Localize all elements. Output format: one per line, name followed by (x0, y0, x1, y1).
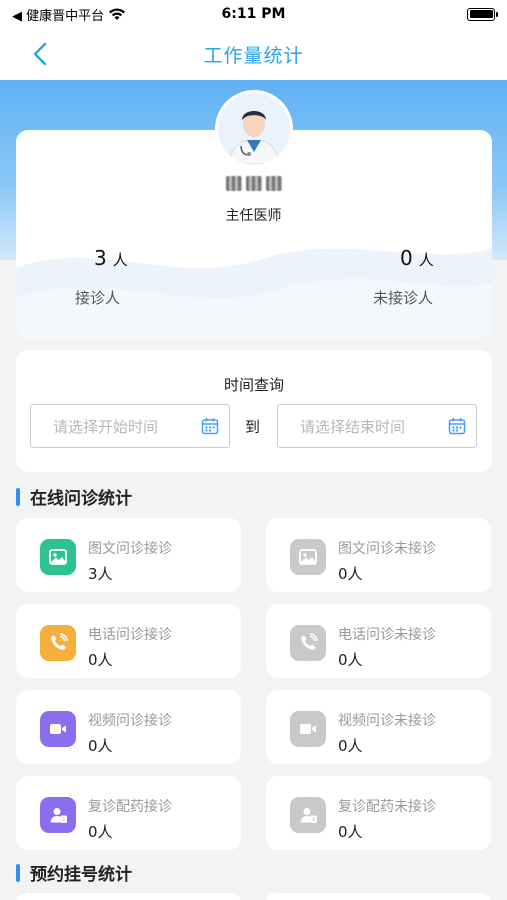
stat-tile-value: 0人 (338, 651, 363, 669)
chevron-left-icon (33, 42, 47, 66)
to-label: 到 (245, 418, 261, 436)
calendar-icon (448, 418, 466, 435)
doctor-name-redacted (220, 174, 288, 192)
start-date-input[interactable]: 请选择开始时间 (30, 404, 230, 448)
status-bar-carrier: ◀ 健康晋中平台 (12, 5, 192, 24)
stat-tile[interactable]: 视频问诊未接诊 0人 (266, 690, 491, 764)
section-appointment-title: 预约挂号统计 (30, 865, 132, 885)
appointment-tile-peek (266, 893, 491, 900)
section-online-title: 在线问诊统计 (30, 489, 132, 509)
stat-tile-value: 0人 (338, 823, 363, 841)
image-icon (290, 539, 326, 575)
carrier-label: ◀ 健康晋中平台 (12, 8, 105, 24)
stat-tile[interactable]: 复诊配药接诊 0人 (16, 776, 241, 850)
end-date-input[interactable]: 请选择结束时间 (277, 404, 477, 448)
stat-tile-label: 电话问诊接诊 (88, 627, 172, 643)
page-title: 工作量统计 (203, 44, 304, 67)
calendar-icon (201, 418, 219, 435)
section-online-consultation: 在线问诊统计 (16, 484, 132, 509)
stat-tile-value: 0人 (338, 737, 363, 755)
prescription-icon (40, 797, 76, 833)
stat-tile[interactable]: 视频问诊接诊 0人 (16, 690, 241, 764)
stat-tile[interactable]: 复诊配药未接诊 0人 (266, 776, 491, 850)
not-received-label: 未接诊人 (373, 289, 434, 307)
appointment-tile-peek (16, 893, 241, 900)
stat-tile[interactable]: 电话问诊接诊 0人 (16, 604, 241, 678)
not-received-count-unit: 人 (418, 251, 434, 269)
time-query-title: 时间查询 (223, 376, 284, 394)
video-icon (290, 711, 326, 747)
received-count-value: 3 (94, 246, 107, 270)
stat-tile-label: 复诊配药未接诊 (338, 799, 436, 815)
stat-tile[interactable]: 电话问诊未接诊 0人 (266, 604, 491, 678)
battery-icon (467, 7, 498, 21)
image-icon (40, 539, 76, 575)
doctor-avatar (215, 90, 293, 168)
wifi-icon (109, 8, 126, 20)
stat-tile-label: 视频问诊未接诊 (338, 713, 436, 729)
stat-tile-value: 0人 (88, 823, 113, 841)
stat-tile-value: 0人 (88, 737, 113, 755)
stat-tile-label: 图文问诊接诊 (88, 541, 172, 557)
stat-tile-value: 0人 (88, 651, 113, 669)
stat-tile-value: 0人 (338, 565, 363, 583)
stat-tile-label: 图文问诊未接诊 (338, 541, 436, 557)
phone-icon (290, 625, 326, 661)
wave-decoration (16, 248, 492, 338)
doctor-title: 主任医师 (225, 208, 282, 224)
stat-tile-label: 电话问诊未接诊 (338, 627, 436, 643)
back-button[interactable] (26, 40, 54, 68)
stat-tile-value: 3人 (88, 565, 113, 583)
stat-tile[interactable]: 图文问诊未接诊 0人 (266, 518, 491, 592)
received-label: 接诊人 (75, 289, 121, 307)
stat-tile-label: 视频问诊接诊 (88, 713, 172, 729)
not-received-count-value: 0 (400, 246, 413, 270)
received-count-unit: 人 (112, 251, 128, 269)
section-marker (16, 487, 20, 506)
phone-icon (40, 625, 76, 661)
status-bar: ◀ 健康晋中平台 6:11 PM (0, 0, 507, 28)
video-icon (40, 711, 76, 747)
stat-tile-label: 复诊配药接诊 (88, 799, 172, 815)
section-marker (16, 863, 20, 882)
section-appointment: 预约挂号统计 (16, 860, 132, 885)
nav-bar: 工作量统计 (0, 28, 507, 80)
end-date-placeholder: 请选择结束时间 (300, 417, 406, 436)
start-date-placeholder: 请选择开始时间 (53, 417, 159, 436)
received-count: 3人 (94, 246, 128, 270)
time-query-card: 时间查询 请选择开始时间 到 请选择结束时间 (16, 350, 492, 472)
doctor-icon (219, 94, 289, 164)
stat-tile[interactable]: 图文问诊接诊 3人 (16, 518, 241, 592)
not-received-count: 0人 (400, 246, 434, 270)
prescription-icon (290, 797, 326, 833)
